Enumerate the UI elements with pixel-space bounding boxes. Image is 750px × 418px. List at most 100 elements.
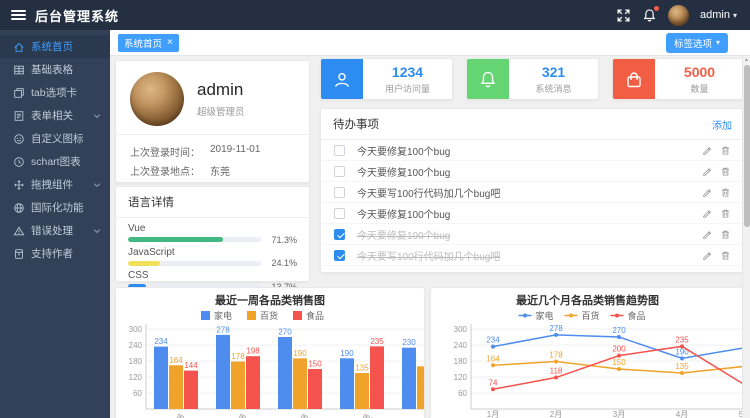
vertical-scrollbar[interactable]: ▲	[742, 56, 750, 418]
svg-text:150: 150	[308, 360, 322, 369]
edit-icon[interactable]	[702, 166, 713, 177]
svg-text:144: 144	[184, 361, 198, 370]
sidebar-item-donate[interactable]: 支持作者	[0, 242, 110, 265]
svg-text:300: 300	[129, 325, 143, 334]
main-area: 系统首页 × 标签选项 ▾ admin 超级管理员 上次登录时间：2019-11…	[110, 30, 750, 418]
edit-icon[interactable]	[702, 229, 713, 240]
user-icon	[321, 59, 363, 100]
svg-text:198: 198	[246, 347, 260, 356]
stat-label: 系统消息	[535, 82, 571, 95]
notification-dot	[654, 6, 659, 11]
progress-bar	[128, 261, 261, 266]
sidebar-item-error[interactable]: 错误处理	[0, 219, 110, 242]
todo-text: 今天要写100行代码加几个bug吧	[357, 185, 500, 200]
stat-value: 5000	[684, 64, 715, 80]
edit-icon[interactable]	[702, 145, 713, 156]
svg-text:150: 150	[612, 358, 626, 367]
todo-text: 今天要修复100个bug	[357, 164, 450, 179]
svg-text:60: 60	[133, 389, 142, 398]
svg-text:230: 230	[402, 338, 416, 347]
sidebar-item-label: 支持作者	[31, 246, 73, 261]
svg-text:周四: 周四	[360, 413, 378, 418]
close-icon[interactable]: ×	[167, 38, 173, 48]
tab-label: 系统首页	[124, 36, 162, 50]
todo-item: 今天要修复100个bug	[321, 140, 744, 161]
svg-text:4月: 4月	[676, 410, 688, 418]
chevron-down-icon	[93, 112, 101, 120]
svg-text:60: 60	[458, 389, 467, 398]
todo-checkbox[interactable]	[334, 187, 345, 198]
delete-icon[interactable]	[720, 208, 731, 219]
avatar[interactable]	[668, 5, 689, 26]
edit-icon[interactable]	[702, 208, 713, 219]
sidebar-item-label: 表单相关	[31, 108, 73, 123]
chevron-down-icon	[93, 181, 101, 189]
svg-text:74: 74	[489, 378, 498, 387]
field-label: 上次登录地点：	[130, 163, 210, 178]
todo-text: 今天要修复100个bug	[357, 143, 450, 158]
delete-icon[interactable]	[720, 187, 731, 198]
shopping-bag-icon	[613, 59, 655, 100]
sidebar-item-home[interactable]: 系统首页	[0, 35, 110, 58]
svg-text:164: 164	[486, 354, 500, 363]
delete-icon[interactable]	[720, 229, 731, 240]
todo-checkbox[interactable]	[334, 208, 345, 219]
header-actions: admin ▾	[616, 5, 750, 26]
svg-text:家电: 家电	[536, 310, 554, 321]
svg-text:270: 270	[612, 326, 626, 335]
hamburger-icon[interactable]	[11, 8, 26, 22]
profile-role: 超级管理员	[197, 104, 245, 118]
svg-text:234: 234	[486, 336, 500, 345]
todo-add-link[interactable]: 添加	[712, 117, 732, 132]
svg-text:食品: 食品	[306, 310, 324, 321]
svg-text:178: 178	[549, 351, 563, 360]
table-icon	[13, 64, 25, 76]
svg-text:3月: 3月	[613, 410, 625, 418]
todo-checkbox[interactable]	[334, 250, 345, 261]
svg-text:240: 240	[454, 341, 468, 350]
field-label: 上次登录时间：	[130, 144, 210, 159]
edit-icon[interactable]	[702, 187, 713, 198]
sidebar-item-basetable[interactable]: 基础表格	[0, 58, 110, 81]
scroll-up-icon[interactable]: ▲	[743, 56, 750, 64]
todo-checkbox[interactable]	[334, 166, 345, 177]
stat-label: 数量	[690, 82, 708, 95]
svg-text:190: 190	[340, 349, 354, 358]
delete-icon[interactable]	[720, 166, 731, 177]
sidebar-item-label: schart图表	[31, 154, 81, 169]
delete-icon[interactable]	[720, 145, 731, 156]
todo-checkbox[interactable]	[334, 229, 345, 240]
red-packet-icon	[13, 248, 25, 260]
svg-text:家电: 家电	[214, 310, 232, 321]
sidebar-item-drag[interactable]: 拖拽组件	[0, 173, 110, 196]
bell-icon[interactable]	[642, 8, 657, 23]
language-name: CSS	[128, 270, 297, 282]
todo-checkbox[interactable]	[334, 145, 345, 156]
svg-text:135: 135	[355, 364, 369, 373]
top-header: 后台管理系统 admin ▾	[0, 0, 750, 30]
sidebar-item-tabs[interactable]: tab选项卡	[0, 81, 110, 104]
scrollbar-thumb[interactable]	[744, 65, 750, 227]
sidebar-item-custom-icon[interactable]: 自定义图标	[0, 127, 110, 150]
sidebar-item-form[interactable]: 表单相关	[0, 104, 110, 127]
svg-text:118: 118	[550, 367, 563, 376]
todo-item: 今天要修复100个bug	[321, 203, 744, 224]
field-value: 东莞	[210, 163, 230, 178]
progress-bar	[128, 237, 261, 242]
svg-text:周五: 周五	[422, 413, 424, 418]
tab-options-button[interactable]: 标签选项 ▾	[666, 33, 728, 53]
delete-icon[interactable]	[720, 250, 731, 261]
language-name: JavaScript	[128, 247, 297, 259]
svg-text:周三: 周三	[298, 413, 316, 418]
sidebar-item-schart[interactable]: schart图表	[0, 150, 110, 173]
weekly-sales-bar-chart: 最近一周各品类销售图家电百货食品601201802403002342782701…	[116, 288, 424, 418]
user-menu[interactable]: admin ▾	[700, 9, 737, 21]
tab-system-home[interactable]: 系统首页 ×	[118, 34, 179, 52]
sidebar-item-i18n[interactable]: 国际化功能	[0, 196, 110, 219]
language-card: 语言详情 Vue71.3%JavaScript24.1%CSS13.7%HTML…	[115, 186, 310, 282]
fullscreen-icon[interactable]	[616, 8, 631, 23]
warning-icon	[13, 225, 25, 237]
edit-icon[interactable]	[702, 250, 713, 261]
svg-text:240: 240	[129, 341, 143, 350]
svg-text:178: 178	[231, 352, 245, 361]
